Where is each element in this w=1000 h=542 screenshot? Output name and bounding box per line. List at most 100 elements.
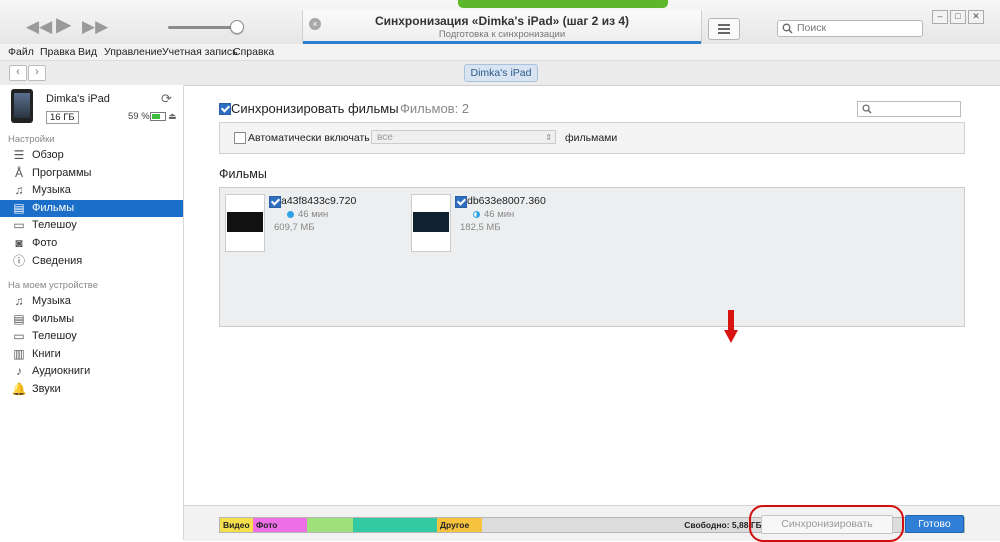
sidebar-item[interactable]: ♪ Аудиокниги — [0, 363, 183, 380]
updown-arrow-icon: ⇕ — [545, 133, 552, 142]
info-icon: ⓘ — [12, 253, 25, 268]
battery-percent: 59 % — [128, 111, 150, 122]
forward-button[interactable]: › — [28, 65, 46, 81]
settings-header: Настройки — [8, 134, 55, 145]
music-icon: ♫ — [14, 294, 24, 308]
done-button[interactable]: Готово — [905, 515, 964, 533]
navigation-row: ‹ › Dimka's iPad — [0, 60, 1000, 86]
sync-icon[interactable]: ⟳ — [161, 91, 172, 107]
search-icon — [782, 23, 793, 34]
camera-icon: ◙ — [15, 236, 23, 250]
sidebar-item-label: Фильмы — [32, 312, 75, 325]
sidebar-item-label: Аудиокниги — [32, 365, 91, 378]
film-duration: 46 мин — [287, 209, 328, 220]
close-window-button[interactable]: ✕ — [968, 10, 984, 24]
sidebar-item[interactable]: ▥ Книги — [0, 346, 183, 363]
auto-include-value: все — [377, 132, 393, 143]
notification-tab — [458, 0, 668, 8]
toolbar: ◀◀ ▶ ▶▶ × Синхронизация «Dimka's iPad» (… — [0, 0, 1000, 45]
sidebar-item[interactable]: ♫ Музыка — [0, 182, 183, 199]
maximize-button[interactable]: □ — [950, 10, 966, 24]
volume-slider[interactable] — [168, 26, 236, 29]
sidebar-item-label: Музыка — [32, 184, 71, 197]
tv-icon: ▭ — [13, 329, 25, 344]
menu-bar: Файл Правка Вид Управление Учетная запис… — [0, 44, 1000, 60]
menu-view[interactable]: Вид — [78, 46, 97, 58]
sidebar-item[interactable]: ▭ Телешоу — [0, 217, 183, 234]
capacity-other: Другое — [437, 518, 482, 532]
battery-icon — [150, 112, 166, 121]
status-title: Синхронизация «Dimka's iPad» (шаг 2 из 4… — [374, 14, 630, 28]
film-checkbox[interactable] — [455, 196, 467, 208]
auto-include-suffix: фильмами — [565, 132, 618, 144]
film-item[interactable]: db633e8007.360 46 мин 182,5 МБ — [411, 194, 591, 256]
film-icon: ▤ — [13, 200, 25, 215]
ipad-icon — [11, 89, 33, 123]
capacity-apps — [307, 518, 353, 532]
sync-films-checkbox[interactable] — [219, 103, 231, 115]
capacity-books — [353, 518, 437, 532]
sidebar-item-label: Сведения — [32, 254, 83, 267]
film-duration: 46 мин — [473, 209, 514, 220]
device-name: Dimka's iPad — [46, 93, 110, 105]
sidebar-item-label: Музыка — [32, 295, 71, 307]
sidebar-item-label: Обзор — [32, 149, 64, 161]
auto-include-label: Автоматически включать — [248, 132, 370, 144]
back-button[interactable]: ‹ — [9, 65, 27, 81]
films-grid: a43f8433c9.720 46 мин 609,7 МБ db633e800… — [219, 187, 965, 327]
sidebar-item[interactable]: Å Программы — [0, 165, 183, 182]
film-checkbox[interactable] — [269, 196, 281, 208]
sidebar-item[interactable]: ⓘ Сведения — [0, 253, 183, 270]
red-arrow-annotation — [724, 310, 738, 343]
sidebar-item[interactable]: ▭ Телешоу — [0, 328, 183, 345]
sidebar-item-label: Книги — [32, 347, 61, 360]
sidebar-item-label: Звуки — [32, 383, 61, 395]
music-icon: ♫ — [14, 183, 24, 198]
sidebar: Dimka's iPad 16 ГБ 59 % ⟳ ⏏ Настройки ☰ О… — [0, 85, 184, 540]
unwatched-dot-icon — [287, 211, 294, 218]
film-item[interactable]: a43f8433c9.720 46 мин 609,7 МБ — [225, 194, 405, 256]
status-panel: × Синхронизация «Dimka's iPad» (шаг 2 из… — [302, 10, 702, 44]
sidebar-item-label: Программы — [32, 166, 92, 179]
menu-help[interactable]: Справка — [233, 46, 274, 58]
volume-knob[interactable] — [230, 20, 244, 34]
half-watched-dot-icon — [473, 211, 480, 218]
tv-icon: ▭ — [13, 218, 25, 233]
film-icon: ▤ — [13, 311, 25, 326]
menu-edit[interactable]: Правка — [40, 46, 75, 58]
list-icon: ☰ — [13, 148, 25, 162]
menu-account[interactable]: Учетная запись — [162, 46, 238, 58]
film-size: 609,7 МБ — [274, 222, 315, 233]
sidebar-item[interactable]: ▤ Фильмы — [0, 199, 183, 217]
device-tab[interactable]: Dimka's iPad — [464, 64, 538, 82]
sidebar-item-label: Телешоу — [32, 330, 77, 343]
sidebar-item[interactable]: ♫ Музыка — [0, 293, 183, 310]
film-title: db633e8007.360 — [467, 195, 546, 207]
sidebar-item[interactable]: ▤ Фильмы — [0, 311, 183, 328]
auto-include-checkbox[interactable] — [234, 132, 246, 144]
minimize-button[interactable]: – — [932, 10, 948, 24]
films-search-input[interactable] — [857, 101, 961, 117]
menu-controls[interactable]: Управление — [104, 46, 162, 58]
list-view-button[interactable] — [708, 18, 740, 40]
sidebar-item-label: Фото — [32, 237, 58, 249]
film-title: a43f8433c9.720 — [281, 195, 357, 207]
apps-icon: Å — [14, 165, 23, 180]
rewind-icon[interactable]: ◀◀ — [26, 17, 52, 37]
eject-icon[interactable]: ⏏ — [168, 111, 177, 122]
menu-file[interactable]: Файл — [8, 46, 34, 58]
book-icon: ▥ — [13, 346, 25, 361]
films-heading: Фильмы — [219, 167, 267, 181]
red-highlight-annotation — [749, 505, 904, 542]
sync-films-label: Синхронизировать фильмы — [231, 101, 399, 116]
search-input[interactable]: Поиск — [777, 20, 923, 37]
auto-include-select[interactable]: все ⇕ — [371, 130, 556, 144]
play-icon[interactable]: ▶ — [56, 15, 71, 35]
sidebar-item[interactable]: 🔔 Звуки — [0, 381, 183, 398]
sidebar-item[interactable]: ◙ Фото — [0, 235, 183, 252]
sidebar-item-label: Фильмы — [32, 201, 75, 214]
bell-icon: 🔔 — [11, 382, 27, 396]
sidebar-item[interactable]: ☰ Обзор — [0, 147, 183, 164]
device-header: На моем устройстве — [8, 280, 98, 291]
forward-icon[interactable]: ▶▶ — [82, 17, 108, 37]
